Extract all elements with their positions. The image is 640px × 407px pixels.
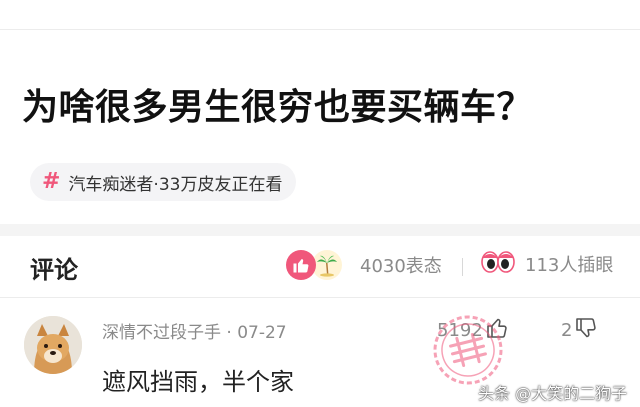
comments-header: 评论 4030表态 113人插眼 xyxy=(0,236,640,298)
topic-chip[interactable]: # 汽车痴迷者·33万皮友正在看 xyxy=(30,163,297,201)
section-separator xyxy=(0,224,640,236)
dislike-button[interactable]: 2 xyxy=(561,316,598,344)
comment-author-and-date[interactable]: 深情不过段子手 · 07-27 xyxy=(102,318,287,343)
watchers-summary[interactable]: 113人插眼 xyxy=(481,250,613,278)
source-watermark: 头条 @大笑的二狗子 xyxy=(478,384,628,403)
comment-text: 遮风挡雨，半个家 xyxy=(102,368,294,396)
comments-title: 评论 xyxy=(30,256,78,284)
hash-icon: # xyxy=(42,169,61,194)
header-divider xyxy=(462,258,463,276)
reactions-count: 4030表态 xyxy=(360,256,442,277)
palm-tree-reaction-icon xyxy=(312,250,342,280)
avatar[interactable] xyxy=(24,316,82,374)
thumbs-up-reaction-icon xyxy=(286,250,316,280)
question-title: 为啥很多男生很穷也要买辆车？ xyxy=(22,87,534,128)
dislike-count: 2 xyxy=(561,319,573,341)
watchers-count: 113人插眼 xyxy=(525,255,614,276)
reactions-summary[interactable]: 4030表态 xyxy=(286,250,442,280)
topic-label: 汽车痴迷者·33万皮友正在看 xyxy=(68,174,283,195)
eyes-icon xyxy=(481,250,515,278)
thumbs-down-icon xyxy=(574,316,598,344)
top-card-edge xyxy=(0,0,640,30)
